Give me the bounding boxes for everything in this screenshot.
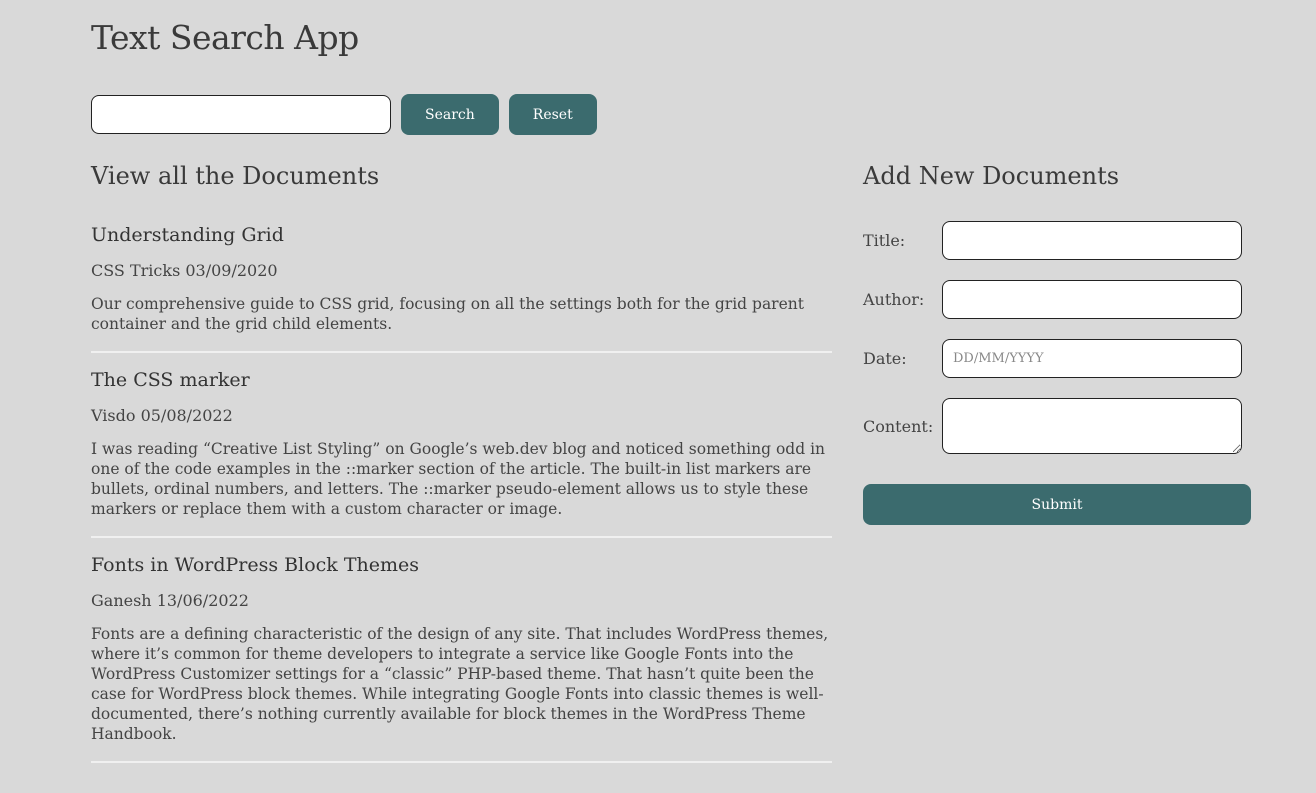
document-item: Fonts in WordPress Block Themes Ganesh 1…: [91, 554, 832, 763]
search-bar: Search Reset: [91, 94, 597, 135]
title-input[interactable]: [942, 221, 1242, 260]
document-title: Fonts in WordPress Block Themes: [91, 554, 420, 576]
submit-button[interactable]: Submit: [863, 484, 1251, 525]
document-content: I was reading “Creative List Styling” on…: [91, 440, 826, 518]
document-meta: Visdo 05/08/2022: [91, 406, 233, 425]
content-textarea[interactable]: [942, 398, 1242, 454]
search-button[interactable]: Search: [401, 94, 499, 135]
date-label: Date:: [863, 349, 907, 368]
document-item: Understanding Grid CSS Tricks 03/09/2020…: [91, 224, 832, 353]
add-document-heading: Add New Documents: [863, 162, 1120, 190]
page-title: Text Search App: [91, 18, 359, 57]
date-row: Date:: [863, 339, 1252, 378]
title-row: Title:: [863, 221, 1252, 260]
document-title: The CSS marker: [91, 369, 250, 391]
add-document-form: Title: Author: Date: Content: Submit: [863, 221, 1252, 525]
search-input[interactable]: [91, 95, 391, 134]
date-input[interactable]: [942, 339, 1242, 378]
content-row: Content:: [863, 398, 1252, 454]
documents-heading: View all the Documents: [91, 162, 380, 190]
documents-section: View all the Documents Understanding Gri…: [91, 162, 832, 779]
author-input[interactable]: [942, 280, 1242, 319]
document-meta: Ganesh 13/06/2022: [91, 591, 249, 610]
document-title: Understanding Grid: [91, 224, 284, 246]
author-row: Author:: [863, 280, 1252, 319]
document-meta: CSS Tricks 03/09/2020: [91, 261, 278, 280]
document-item: The CSS marker Visdo 05/08/2022 I was re…: [91, 369, 832, 538]
add-document-section: Add New Documents Title: Author: Date: C…: [863, 162, 1252, 525]
content-label: Content:: [863, 416, 934, 436]
document-content: Our comprehensive guide to CSS grid, foc…: [91, 295, 804, 333]
title-label: Title:: [863, 231, 906, 250]
reset-button[interactable]: Reset: [508, 94, 597, 135]
document-content: Fonts are a defining characteristic of t…: [91, 625, 829, 743]
document-list: Understanding Grid CSS Tricks 03/09/2020…: [91, 224, 832, 763]
author-label: Author:: [863, 290, 925, 309]
